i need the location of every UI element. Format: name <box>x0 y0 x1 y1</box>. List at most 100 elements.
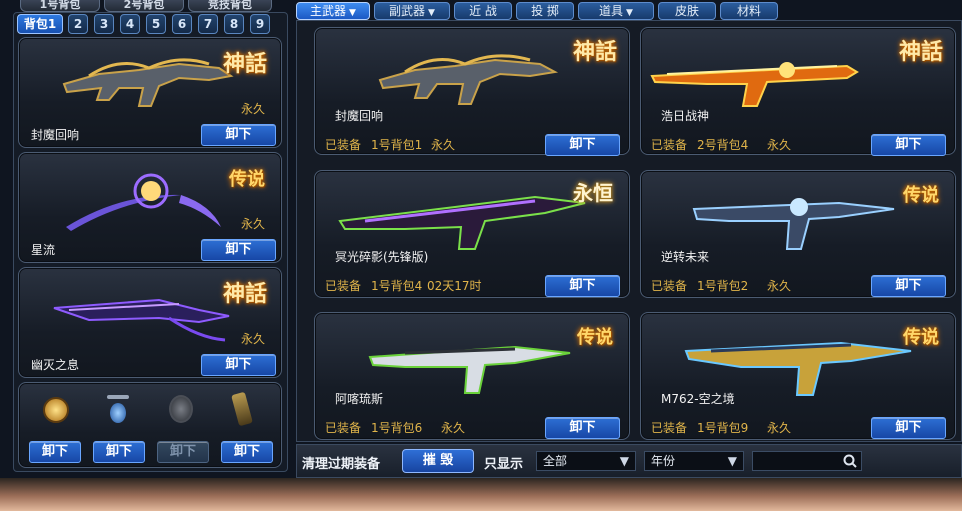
equipped-status: 已装备 <box>325 421 362 435</box>
duration-label: 永久 <box>441 421 466 435</box>
weapon-name: 逆转未来 <box>661 250 710 264</box>
eternal-badge: 永恒 <box>573 181 613 205</box>
grid-item-5[interactable]: 传说 阿喀琉斯 已装备 1号背包6 永久 卸下 <box>314 312 630 440</box>
left-items-panel: 卸下 卸下 卸下 卸下 <box>18 382 282 468</box>
left-slot-3[interactable]: 神話 永久 幽灭之息 卸下 <box>18 267 282 378</box>
gold-grenade-icon[interactable] <box>43 397 69 423</box>
tab-bag-8[interactable]: 8 <box>224 14 244 34</box>
legend-badge: 传说 <box>903 327 939 348</box>
unload-button[interactable]: 卸下 <box>221 441 273 463</box>
chevron-down-icon: ▼ <box>619 454 629 468</box>
unload-button[interactable]: 卸下 <box>201 354 276 376</box>
filter-select[interactable]: 全部 ▼ <box>536 451 636 471</box>
weapon-name: 阿喀琉斯 <box>335 392 384 406</box>
tab-bag-2[interactable]: 2 <box>68 14 88 34</box>
grid-item-2[interactable]: 神話 浩日战神 已装备 2号背包4 永久 卸下 <box>640 27 956 156</box>
clear-expired-label: 清理过期装备 <box>302 457 381 472</box>
canister-icon[interactable] <box>231 391 253 427</box>
legend-badge: 传说 <box>577 327 613 348</box>
duration-label: 永久 <box>767 138 792 152</box>
grid-item-1[interactable]: 神話 封魔回响 已装备 1号背包1 永久 卸下 <box>314 27 630 156</box>
tab-bag-6[interactable]: 6 <box>172 14 192 34</box>
unload-button[interactable]: 卸下 <box>545 134 620 156</box>
bag-location: 1号背包6 <box>371 421 423 435</box>
tab-bag-5[interactable]: 5 <box>146 14 166 34</box>
duration-label: 永久 <box>240 217 265 231</box>
search-icon[interactable] <box>843 454 857 468</box>
unload-button[interactable]: 卸下 <box>871 134 946 156</box>
search-input[interactable] <box>752 451 862 471</box>
weapon-image <box>378 54 559 105</box>
grid-item-6[interactable]: 传说 M762-空之境 已装备 1号背包9 永久 卸下 <box>640 312 956 440</box>
tab-arena-backpack[interactable]: 竞技背包 <box>188 0 272 12</box>
duration-label: 永久 <box>240 102 265 116</box>
unload-button[interactable]: 卸下 <box>545 275 620 297</box>
equipped-status: 已装备 <box>325 138 362 152</box>
unload-button-disabled: 卸下 <box>157 441 209 463</box>
weapon-name: 冥光碎影(先锋版) <box>335 250 429 264</box>
weapon-image <box>338 195 586 250</box>
background-decoration <box>0 478 962 511</box>
tab-bag-1[interactable]: 背包1 <box>17 14 63 34</box>
filter-label: 只显示 <box>484 457 524 472</box>
destroy-button[interactable]: 摧 毁 <box>402 449 474 473</box>
grid-item-3[interactable]: 永恒 冥光碎影(先锋版) 已装备 1号背包4 02天17时 卸下 <box>314 170 630 298</box>
weapon-name: 浩日战神 <box>661 109 710 123</box>
year-select[interactable]: 年份 ▼ <box>644 451 744 471</box>
unload-button[interactable]: 卸下 <box>29 441 81 463</box>
duration-label: 永久 <box>767 279 792 293</box>
mythic-badge: 神話 <box>222 51 267 77</box>
unload-button[interactable]: 卸下 <box>201 239 276 261</box>
weapon-image <box>650 62 859 107</box>
chevron-down-icon: ▼ <box>727 454 737 468</box>
equipped-status: 已装备 <box>325 279 362 293</box>
frag-grenade-icon[interactable] <box>169 395 193 423</box>
weapon-image <box>62 58 234 107</box>
tab-skins[interactable]: 皮肤 <box>658 2 716 20</box>
weapon-name: 封魔回响 <box>31 128 80 142</box>
tab-bag-4[interactable]: 4 <box>120 14 140 34</box>
legend-badge: 传说 <box>229 169 265 190</box>
unload-button[interactable]: 卸下 <box>871 417 946 439</box>
tab-items[interactable]: 道具 ▼ <box>578 2 654 20</box>
duration-label: 02天17时 <box>427 279 482 293</box>
tab-throwable[interactable]: 投 掷 <box>516 2 574 20</box>
equipped-status: 已装备 <box>651 279 688 293</box>
tab-primary-weapon[interactable]: 主武器 ▼ <box>296 2 370 20</box>
unload-button[interactable]: 卸下 <box>93 441 145 463</box>
tab-secondary-weapon[interactable]: 副武器 ▼ <box>374 2 450 20</box>
equipped-status: 已装备 <box>651 138 688 152</box>
weapon-image <box>53 298 230 342</box>
tab-backpack-1[interactable]: 1号背包 <box>20 0 100 12</box>
left-slot-1[interactable]: 神話 永久 封魔回响 卸下 <box>18 37 282 148</box>
tab-bag-3[interactable]: 3 <box>94 14 114 34</box>
mythic-badge: 神話 <box>572 39 617 65</box>
bag-location: 1号背包2 <box>697 279 749 293</box>
grid-item-4[interactable]: 传说 逆转未来 已装备 1号背包2 永久 卸下 <box>640 170 956 298</box>
legend-badge: 传说 <box>903 185 939 206</box>
weapon-image <box>368 345 571 394</box>
tab-backpack-2[interactable]: 2号背包 <box>104 0 184 12</box>
bag-location: 2号背包4 <box>697 138 749 152</box>
tab-melee[interactable]: 近 战 <box>454 2 512 20</box>
duration-label: 永久 <box>767 421 792 435</box>
weapon-image <box>692 198 895 250</box>
unload-button[interactable]: 卸下 <box>545 417 620 439</box>
equipped-status: 已装备 <box>651 421 688 435</box>
tab-bag-9[interactable]: 9 <box>250 14 270 34</box>
left-slot-2[interactable]: 传说 永久 星流 卸下 <box>18 152 282 263</box>
unload-button[interactable]: 卸下 <box>201 124 276 146</box>
duration-label: 永久 <box>240 332 265 346</box>
bag-location: 1号背包1 <box>371 138 423 152</box>
unload-button[interactable]: 卸下 <box>871 275 946 297</box>
weapon-image <box>66 173 221 231</box>
weapon-name: 封魔回响 <box>335 109 384 123</box>
weapon-name: 星流 <box>31 243 56 257</box>
bag-location: 1号背包4 <box>371 279 423 293</box>
propeller-bomb-icon[interactable] <box>105 395 131 425</box>
mythic-badge: 神話 <box>222 281 267 307</box>
mythic-badge: 神話 <box>898 39 943 65</box>
duration-label: 永久 <box>431 138 456 152</box>
tab-materials[interactable]: 材料 <box>720 2 778 20</box>
tab-bag-7[interactable]: 7 <box>198 14 218 34</box>
